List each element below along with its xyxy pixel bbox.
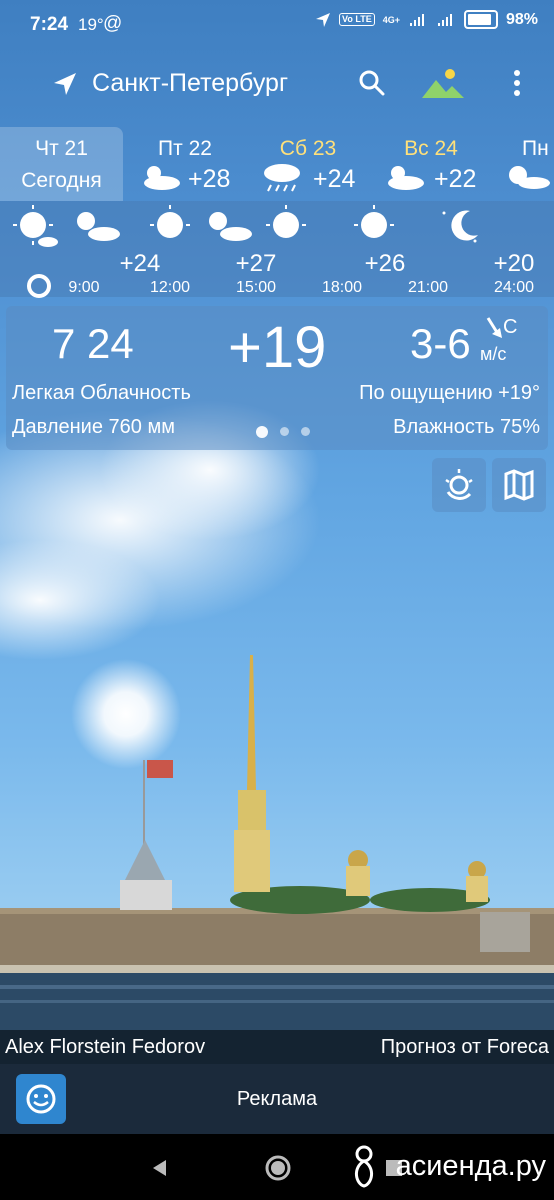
hourly-icons	[13, 205, 478, 247]
wind-direction-arrow-icon	[486, 317, 502, 338]
partly-cloudy-icon	[209, 212, 252, 241]
partly-cloudy-icon	[144, 166, 180, 190]
rain-cloud-icon	[264, 164, 300, 192]
city-name[interactable]: Санкт-Петербург	[92, 69, 288, 98]
day-name: Пт 22	[158, 137, 212, 160]
day-tab-fri[interactable]: Пт 22 +28	[130, 127, 248, 201]
map-button[interactable]	[492, 458, 546, 512]
radar-button[interactable]	[432, 458, 486, 512]
current-conditions[interactable]: 7 24 +19 3-6 С м/с Легкая Облачность По …	[6, 306, 548, 450]
day-subtitle: Сегодня	[21, 169, 102, 192]
forecast-credit[interactable]: Прогноз от Foreca	[381, 1036, 549, 1059]
partly-cloudy-icon	[388, 166, 424, 190]
sun-icon	[13, 205, 58, 247]
battery-icon	[463, 10, 498, 29]
status-icons: Vo LTE 4G+ 98%	[315, 10, 538, 29]
day-tabs: Чт 21 Сегодня Пт 22 +28 Сб 23 +24 Вс 24 …	[0, 127, 554, 201]
signal-icon	[409, 13, 424, 26]
feels-like: По ощущению +19°	[359, 382, 540, 404]
sun-icon	[354, 205, 394, 238]
status-time: 7:24	[30, 14, 69, 35]
day-name: Пн	[522, 137, 549, 160]
signal-icon-2	[437, 13, 452, 26]
day-temp: +28	[188, 165, 231, 193]
day-name: Вс 24	[404, 137, 458, 160]
status-bar: 7:24 19° @ Vo LTE 4G+ 98%	[0, 0, 554, 52]
home-icon[interactable]	[264, 1154, 292, 1182]
hour-time: 15:00	[235, 279, 277, 296]
ad-label: Реклама	[236, 1088, 318, 1110]
hour-time: 18:00	[321, 279, 363, 296]
day-temp: +22	[434, 165, 477, 193]
wind-direction: С	[503, 316, 518, 338]
watermark-text: асиенда.ру	[395, 1150, 546, 1182]
back-icon[interactable]	[150, 1158, 170, 1178]
hourly-forecast: +24 +27 +26 +20 9:00 12:00 15:00 18:00 2…	[0, 201, 554, 298]
wind-speed: 3-6	[410, 320, 471, 367]
hour-time: 12:00	[149, 279, 191, 296]
current-temperature: +19	[228, 315, 327, 380]
current-time: 7 24	[52, 320, 134, 367]
sunrise-circle-icon	[27, 274, 51, 298]
sun-icon	[266, 205, 306, 238]
navigation-arrow-icon[interactable]	[52, 71, 78, 97]
ad-bar[interactable]: Реклама	[0, 1064, 554, 1134]
hour-time: 21:00	[407, 279, 449, 296]
location-arrow-icon	[316, 12, 331, 27]
hour-temp: +26	[364, 250, 406, 277]
condition-text: Легкая Облачность	[12, 382, 191, 404]
hour-time: 24:00	[493, 279, 535, 296]
page-dot	[280, 427, 289, 436]
hour-temp: +27	[235, 250, 277, 277]
hour-time: 9:00	[68, 279, 100, 296]
day-tab-today[interactable]: Чт 21 Сегодня	[0, 127, 123, 201]
photo-credit: Alex Florstein Fedorov	[5, 1036, 206, 1058]
day-name: Чт 21	[35, 137, 88, 160]
sun-radar-icon	[445, 469, 473, 500]
more-menu-icon[interactable]	[510, 68, 524, 98]
battery-percent: 98%	[505, 10, 538, 28]
moon-icon	[442, 210, 478, 243]
day-name: Сб 23	[279, 137, 337, 160]
hour-temp: +20	[493, 250, 535, 277]
sun-cloud-icon	[509, 166, 550, 189]
system-navigation-bar: асиенда.ру	[0, 1134, 554, 1200]
map-icon	[504, 469, 534, 501]
volte-icon: Vo LTE	[339, 13, 375, 26]
sun-icon	[150, 205, 190, 238]
wind-unit: м/с	[480, 344, 507, 364]
credit-bar: Alex Florstein Fedorov Прогноз от Foreca	[0, 1030, 554, 1064]
day-tab-sun[interactable]: Вс 24 +22	[380, 127, 498, 201]
status-temperature: 19°	[78, 15, 104, 34]
status-at-icon: @	[103, 13, 123, 34]
day-temp: +24	[313, 165, 356, 193]
partly-cloudy-icon	[77, 212, 120, 241]
humidity: Влажность 75%	[393, 416, 540, 438]
watermark-logo-icon	[355, 1145, 373, 1188]
hour-temp: +24	[119, 250, 161, 277]
landscape-icon[interactable]	[420, 68, 466, 100]
search-icon[interactable]	[357, 68, 387, 98]
pressure: Давление 760 мм	[12, 416, 175, 438]
page-dot-active	[256, 426, 268, 438]
network-label: 4G+	[382, 14, 400, 25]
day-tab-sat[interactable]: Сб 23 +24	[255, 127, 373, 201]
day-tab-mon[interactable]: Пн	[500, 127, 554, 201]
page-dot	[301, 427, 310, 436]
page-indicator	[256, 426, 310, 438]
